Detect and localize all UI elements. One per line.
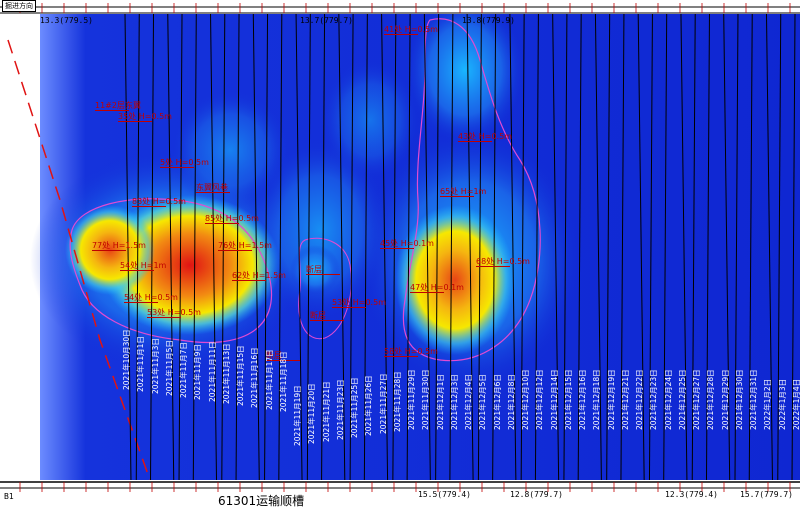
top-station-1: 13.3(779.5) [40,16,93,25]
survey-date-label: 2021年12月14日 [549,369,559,430]
heat-map-canvas [0,0,800,511]
annotation-underline [196,192,230,193]
survey-date-label: 2021年11月3日 [150,338,160,394]
annotation-underline [332,307,366,308]
survey-date-label: 2021年12月21日 [620,369,630,430]
survey-date-label: 2021年11月30日 [421,369,431,430]
annotation-underline [218,250,252,251]
survey-date-label: 2021年11月7日 [179,342,189,398]
survey-date-label: 2021年11月9日 [193,344,203,400]
survey-date-label: 2021年12月30日 [734,369,744,430]
survey-date-label: 2021年12月1日 [435,374,445,430]
survey-date-label: 2021年12月29日 [720,369,730,430]
survey-date-label: 2021年11月23日 [335,379,345,440]
annotation-underline [160,167,194,168]
top-station-2: 13.7(779.7) [300,16,353,25]
annotation-underline [384,34,418,35]
survey-date-label: 2021年11月26日 [364,375,374,436]
annotation-underline [310,320,344,321]
annotation-underline [118,121,152,122]
annotation-underline [232,280,266,281]
survey-date-label: 2021年11月28日 [392,371,402,432]
bottom-station-2: 12.8(779.7) [510,490,563,499]
survey-date-label: 2021年10月30日 [122,329,131,390]
survey-date-label: 2021年11月27日 [378,373,388,434]
annotation-underline [384,356,418,357]
annotation-underline [147,317,181,318]
survey-date-label: 2021年11月21日 [321,381,331,442]
survey-date-label: 2021年12月6日 [492,374,502,430]
survey-date-label: 2021年11月19日 [293,385,303,446]
survey-date-label: 2021年12月8日 [506,374,516,430]
survey-date-label: 2021年12月4日 [464,374,474,430]
survey-date-label: 2021年12月3日 [449,374,459,430]
survey-date-label: 2021年12月24日 [663,369,673,430]
annotation-underline [458,141,492,142]
annotation-underline [306,274,340,275]
survey-date-label: 2022年1月4日 [792,378,800,430]
survey-date-label: 2021年12月23日 [649,369,659,430]
survey-date-label: 2021年12月31日 [749,369,759,430]
survey-date-label: 2021年11月17日 [264,349,274,410]
annotation-underline [132,206,166,207]
survey-date-label: 2022年1月2日 [763,378,773,430]
bottom-station-3: 12.3(779.4) [665,490,718,499]
survey-date-label: 2021年11月18日 [278,351,288,412]
survey-date-label: 2021年12月15日 [563,369,573,430]
survey-date-label: 2022年1月3日 [777,378,787,430]
survey-date-label: 2021年12月28日 [706,369,716,430]
survey-date-label: 2021年11月1日 [136,336,146,392]
annotation-underline [476,266,510,267]
bottom-station-1: 15.5(779.4) [418,490,471,499]
annotation-underline [205,223,239,224]
survey-date-label: 2021年12月22日 [635,369,645,430]
bottom-station-4: 15.7(779.7) [740,490,793,499]
annotation-underline [92,250,126,251]
face-name-label: 61301运输顺槽 [218,494,305,508]
annotation-underline [380,248,414,249]
top-left-label: 掘进方向 [2,0,36,12]
top-station-3: 13.8(779.9) [462,16,515,25]
survey-date-label: 2021年12月16日 [578,369,588,430]
survey-date-label: 2021年12月5日 [478,374,488,430]
annotation-underline [120,270,154,271]
annotation-underline [124,302,158,303]
survey-date-label: 2021年11月11日 [207,341,217,402]
survey-date-label: 2021年11月5日 [164,340,174,396]
annotation-underline [410,292,444,293]
annotation-underline [440,196,474,197]
bottom-left-label: B1 [4,492,14,501]
survey-date-label: 2021年12月18日 [592,369,602,430]
survey-date-label: 2021年12月19日 [606,369,616,430]
survey-date-label: 2021年11月29日 [407,369,417,430]
survey-date-label: 2021年11月25日 [350,377,360,438]
survey-date-label: 2021年12月25日 [677,369,687,430]
survey-date-label: 2021年11月16日 [250,347,260,408]
survey-date-label: 2021年12月10日 [521,369,531,430]
survey-date-label: 2021年12月27日 [692,369,702,430]
survey-date-label: 2021年12月12日 [535,369,545,430]
survey-date-label: 2021年11月20日 [307,383,317,444]
survey-date-label: 2021年11月13日 [221,343,231,404]
survey-date-label: 2021年11月15日 [236,345,246,406]
